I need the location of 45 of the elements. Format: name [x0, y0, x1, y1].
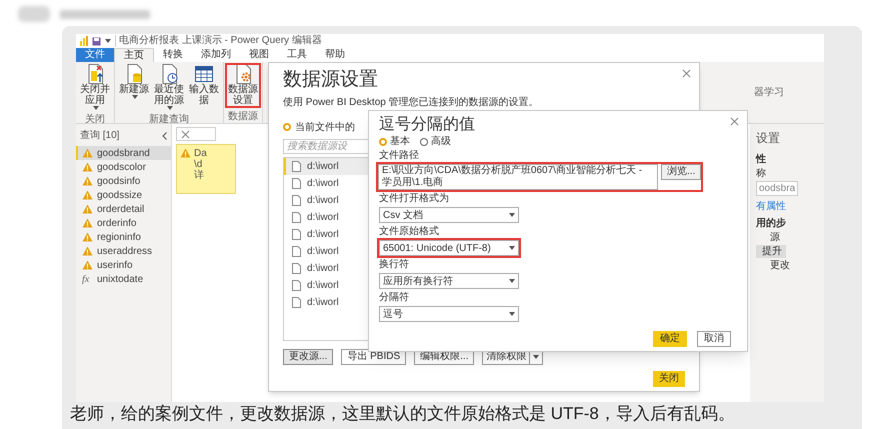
query-name: unixtodate [97, 272, 144, 286]
ribbon-group-label: 数据源 [228, 111, 258, 122]
query-name: useraddress [97, 244, 152, 258]
field-label: 文件打开格式为 [379, 193, 449, 205]
radio-label: 基本 [390, 136, 410, 148]
field-label: 换行符 [379, 259, 409, 271]
data-source-path: d:\iworl [307, 177, 339, 191]
data-source-path: d:\iworl [307, 228, 339, 242]
warning-text: 详 [194, 170, 205, 181]
field-label: 文件路径 [379, 150, 419, 162]
settings-text: 用的步 [756, 217, 786, 230]
query-name: goodsinfo [97, 174, 140, 188]
comment-text: 老师，给的案例文件，更改数据源，这里默认的文件原始格式是 UTF-8，导入后有乱码。 [70, 404, 736, 424]
data-source-path: d:\iworl [307, 245, 339, 259]
radio-label: 高级 [431, 136, 451, 148]
dialog-title: 逗号分隔的值 [379, 115, 475, 135]
ribbon-group-label: 关闭 [85, 114, 105, 125]
data-source-path: d:\iworl [307, 211, 339, 225]
query-name: goodscolor [97, 160, 146, 174]
data-source-path: d:\iworl [307, 296, 339, 310]
dialog-title: 数据源设置 [283, 69, 378, 91]
function-symbol: fx [82, 272, 90, 286]
settings-text: 称 [756, 167, 766, 180]
data-source-path: d:\iworl [307, 279, 339, 293]
radio-label: 当前文件中的 [295, 120, 355, 134]
window-title: 电商分析报表 上课演示 - Power Query 编辑器 [115, 35, 322, 47]
field-label: 文件原始格式 [379, 226, 439, 238]
query-name: orderinfo [97, 216, 136, 230]
data-source-path: d:\iworl [307, 194, 339, 208]
ribbon-group-label: 新建查询 [149, 114, 189, 125]
field-label: 分隔符 [379, 292, 409, 304]
settings-text: 性 [756, 153, 766, 166]
dialog-description: 使用 Power BI Desktop 管理您已连接到的数据源的设置。 [283, 97, 539, 109]
query-name: regioninfo [97, 230, 141, 244]
ribbon-label: 器学习 [754, 86, 784, 100]
settings-text: 设置 [756, 132, 780, 145]
query-name: userinfo [97, 258, 133, 272]
warning-text: Da [194, 148, 207, 159]
query-name: goodssize [97, 188, 142, 202]
query-name: orderdetail [97, 202, 144, 216]
warning-text: \d [194, 159, 202, 170]
query-name: goodsbrand [97, 146, 150, 160]
data-source-path: d:\iworl [307, 262, 339, 276]
data-source-path: d:\iworl [307, 160, 339, 174]
pane-title: 查询 [10] [80, 128, 120, 143]
